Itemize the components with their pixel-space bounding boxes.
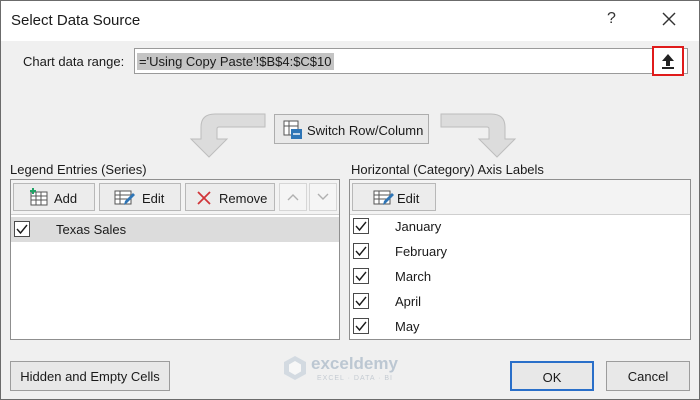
- category-checkbox[interactable]: [353, 318, 369, 334]
- left-swap-arrow-icon: [189, 113, 266, 158]
- checkmark-icon: [355, 296, 367, 307]
- checkmark-icon: [355, 246, 367, 257]
- edit-axis-labels-label: Edit: [397, 191, 420, 206]
- select-data-source-dialog: Select Data Source ? Chart data range: =…: [0, 0, 700, 400]
- hidden-and-empty-cells-button[interactable]: Hidden and Empty Cells: [10, 361, 170, 391]
- series-row[interactable]: Texas Sales: [11, 217, 339, 242]
- switch-row-column-label: Switch Row/Column: [307, 123, 424, 138]
- axis-labels-heading: Horizontal (Category) Axis Labels: [351, 162, 544, 177]
- close-icon[interactable]: [659, 9, 679, 29]
- category-label: April: [395, 294, 422, 309]
- checkmark-icon: [355, 271, 367, 282]
- chart-data-range-input[interactable]: ='Using Copy Paste'!$B$4:$C$10: [134, 48, 688, 74]
- edit-series-button[interactable]: Edit: [99, 183, 181, 211]
- category-checkbox[interactable]: [353, 218, 369, 234]
- right-swap-arrow-icon: [440, 113, 517, 158]
- checkmark-icon: [355, 321, 367, 332]
- exceldemy-logo-icon: [284, 356, 306, 380]
- legend-entries-heading: Legend Entries (Series): [10, 162, 147, 177]
- chevron-down-icon: [317, 193, 329, 200]
- category-label: February: [395, 244, 448, 259]
- ok-label: OK: [542, 370, 562, 385]
- category-checkbox[interactable]: [353, 293, 369, 309]
- remove-series-button[interactable]: Remove: [185, 183, 275, 211]
- list-item[interactable]: February: [350, 239, 690, 264]
- cancel-label: Cancel: [627, 369, 669, 384]
- add-series-button[interactable]: Add: [13, 183, 95, 211]
- remove-series-label: Remove: [219, 191, 268, 206]
- move-down-button[interactable]: [309, 183, 337, 211]
- legend-toolbar: Add Edit Remove: [11, 180, 339, 215]
- hidden-and-empty-cells-label: Hidden and Empty Cells: [20, 369, 160, 384]
- checkmark-icon: [355, 221, 367, 232]
- list-item[interactable]: May: [350, 314, 690, 339]
- ok-button[interactable]: OK: [510, 361, 594, 391]
- edit-series-label: Edit: [142, 191, 165, 206]
- category-label: March: [395, 269, 432, 284]
- series-checkbox[interactable]: [14, 221, 30, 237]
- edit-axis-labels-button[interactable]: Edit: [352, 183, 436, 211]
- axis-labels-panel: Edit January February March April May: [349, 179, 691, 340]
- category-label: January: [395, 219, 442, 234]
- exceldemy-watermark: exceldemy EXCEL · DATA · BI: [281, 353, 441, 387]
- remove-x-icon: [197, 191, 211, 205]
- switch-row-column-button[interactable]: Switch Row/Column: [274, 114, 429, 144]
- checkmark-icon: [16, 224, 28, 235]
- category-label: May: [395, 319, 420, 334]
- switch-icon: [283, 120, 302, 139]
- collapse-dialog-button[interactable]: [652, 46, 684, 76]
- edit-table-icon: [114, 190, 135, 205]
- list-item[interactable]: April: [350, 289, 690, 314]
- chart-data-range-value: ='Using Copy Paste'!$B$4:$C$10: [137, 53, 334, 70]
- add-series-label: Add: [54, 191, 78, 206]
- cancel-button[interactable]: Cancel: [606, 361, 690, 391]
- watermark-tagline: EXCEL · DATA · BI: [317, 375, 393, 382]
- series-name: Texas Sales: [56, 222, 127, 237]
- legend-entries-panel: Add Edit Remove Texas Sales: [10, 179, 340, 340]
- watermark-name: exceldemy: [311, 354, 398, 373]
- move-up-button[interactable]: [279, 183, 307, 211]
- collapse-arrow-icon: [662, 54, 674, 69]
- dialog-title: Select Data Source: [11, 12, 141, 29]
- list-item[interactable]: January: [350, 214, 690, 239]
- category-checkbox[interactable]: [353, 243, 369, 259]
- title-bar: Select Data Source ?: [1, 1, 699, 41]
- axis-toolbar: Edit: [350, 180, 690, 215]
- add-table-icon: [30, 188, 48, 206]
- category-checkbox[interactable]: [353, 268, 369, 284]
- chart-data-range-label: Chart data range:: [23, 54, 125, 69]
- edit-table-icon: [373, 190, 394, 205]
- list-item[interactable]: March: [350, 264, 690, 289]
- chevron-up-icon: [287, 194, 299, 201]
- help-button[interactable]: ?: [607, 10, 616, 28]
